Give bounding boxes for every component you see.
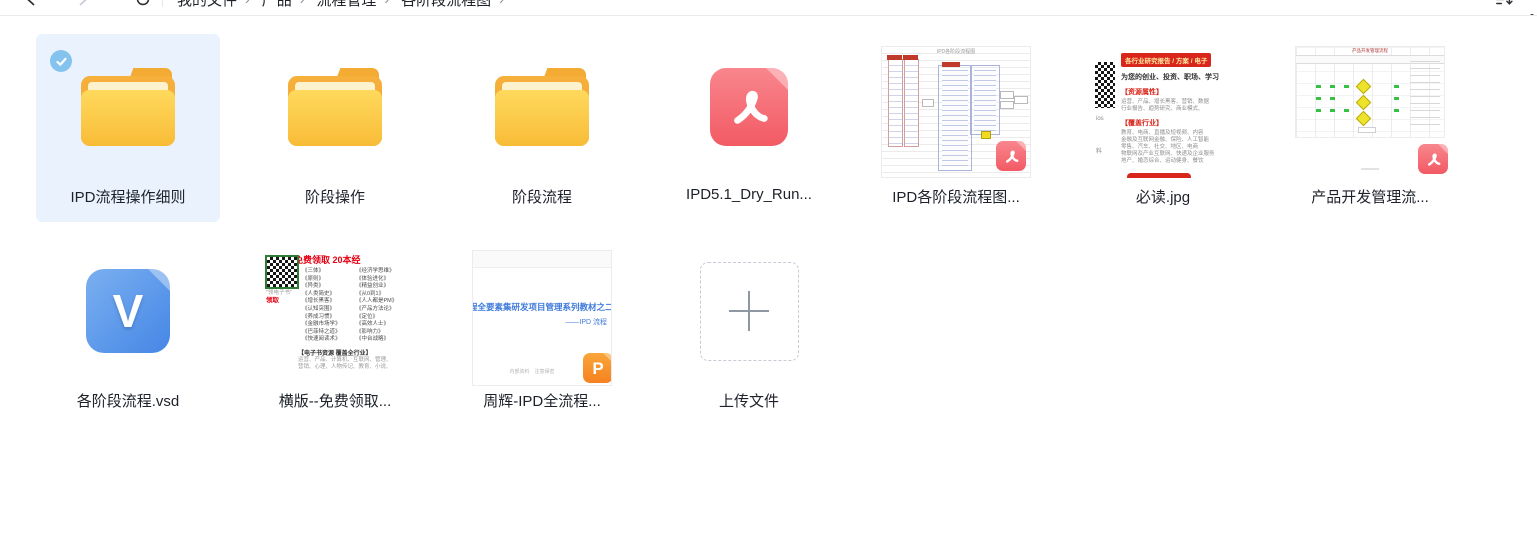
- document-thumbnail: 产品开发管理流程: [1295, 46, 1445, 138]
- folder-icon: [243, 34, 427, 180]
- thumbnail-banner: 各行业研究报告 / 方案 / 电子: [1121, 53, 1211, 67]
- back-icon[interactable]: [22, 0, 40, 8]
- thumbnail-heading: 免费领取 20本经: [294, 253, 361, 266]
- thumbnail-title: IPD各阶段流程图: [882, 48, 1030, 55]
- book-list-column: 《经济学思维》 《体验进化》 《精益创业》 《从0到1》 《人人都是PM》 《产…: [356, 268, 397, 344]
- pdf-badge-icon: [996, 141, 1026, 171]
- chevron-right-icon: ›: [499, 0, 504, 7]
- thumbnail-caption-line: [1361, 168, 1379, 170]
- thumbnail-text-lines: [1410, 61, 1440, 125]
- thumbnail-text: 运营、产品、增长黑客、营销、数据 行业报告、趋势研究、商业模式、: [1121, 99, 1233, 113]
- thumbnail-red-pill: [1127, 173, 1191, 178]
- file-tile-image[interactable]: 免费领取 20本经 "领电子书" 领取 《三体》 《原则》 《异类》 《人类简史…: [243, 238, 427, 426]
- acrobat-logo-icon: [726, 84, 772, 130]
- document-thumbnail: IPD各阶段流程图: [881, 46, 1031, 178]
- thumbnail-text: 为您的创业、投资、职场、学习: [1121, 72, 1233, 82]
- toolbar-divider: [162, 0, 163, 7]
- thumbnail-text: 运营、产品、计算机、互联网、管理、 营销、心理、人物传记、教育、小说、: [298, 357, 392, 371]
- pdf-badge-icon: [1418, 144, 1448, 174]
- breadcrumb-item-current[interactable]: 各阶段流程图: [401, 0, 491, 10]
- image-thumbnail: 免费领取 20本经 "领电子书" 领取 《三体》 《原则》 《异类》 《人类简史…: [264, 250, 406, 384]
- visio-v-glyph: V: [113, 288, 144, 334]
- refresh-icon[interactable]: [134, 0, 152, 8]
- pdf-file-icon: [657, 34, 841, 180]
- file-name: 产品开发管理流...: [1311, 186, 1429, 207]
- ppt-badge-icon: P: [583, 353, 612, 383]
- top-toolbar: 我的文件 › 产品 › 流程管理 › 各阶段流程图 ›: [0, 0, 1537, 16]
- image-thumbnail: ios 料 各行业研究报告 / 方案 / 电子 为您的创业、投资、职场、学习 【…: [1093, 46, 1233, 178]
- visio-file-icon: V: [36, 238, 220, 384]
- breadcrumb-item[interactable]: 我的文件: [177, 0, 237, 10]
- thumbnail-heading: 【资源属性】: [1121, 87, 1233, 97]
- folder-icon: [450, 34, 634, 180]
- chevron-right-icon: ›: [300, 0, 305, 7]
- thumbnail-title: 程全要素集研发项目管理系列教材之二: [472, 301, 611, 313]
- more-icon[interactable]: [1530, 14, 1534, 16]
- file-tile-folder[interactable]: 阶段操作: [243, 34, 427, 222]
- upload-file-tile[interactable]: 上传文件: [657, 238, 841, 426]
- file-name: IPD流程操作细则: [70, 186, 185, 207]
- qr-code: [1095, 62, 1115, 108]
- file-tile-folder[interactable]: 阶段流程: [450, 34, 634, 222]
- file-name: IPD各阶段流程图...: [892, 186, 1020, 207]
- breadcrumb: 我的文件 › 产品 › 流程管理 › 各阶段流程图 ›: [177, 0, 516, 10]
- thumbnail-footnote: 内部资料 注意保密: [473, 368, 591, 375]
- forward-icon[interactable]: [74, 0, 92, 8]
- thumbnail-side-text: "领电子书" 领取: [266, 290, 296, 304]
- breadcrumb-item[interactable]: 流程管理: [316, 0, 376, 10]
- file-name: 横版--免费领取...: [279, 390, 392, 411]
- file-name: 阶段操作: [305, 186, 365, 207]
- file-tile-folder-selected[interactable]: IPD流程操作细则: [36, 34, 220, 222]
- thumbnail-subtitle: ——IPD 流程: [565, 317, 607, 327]
- thumbnail-text: 教育、电商、直播及短视频、内容 金融及互联网金融、保险、人工智能 零售、汽车、社…: [1121, 130, 1233, 165]
- plus-icon: [748, 291, 750, 331]
- file-tile-image[interactable]: ios 料 各行业研究报告 / 方案 / 电子 为您的创业、投资、职场、学习 【…: [1071, 34, 1255, 222]
- file-tile-ppt-thumbnail[interactable]: 程全要素集研发项目管理系列教材之二 ——IPD 流程 内部资料 注意保密 P 周…: [450, 238, 634, 426]
- sort-icon[interactable]: [1495, 0, 1513, 8]
- upload-label: 上传文件: [719, 390, 779, 411]
- chevron-right-icon: ›: [245, 0, 250, 7]
- thumbnail-side-text: 料: [1096, 146, 1102, 155]
- book-list-column: 《三体》 《原则》 《异类》 《人类简史》 《增长黑客》 《认知突围》 《养成习…: [302, 268, 341, 344]
- thumbnail-title: 产品开发管理流程: [1296, 48, 1444, 54]
- file-name: IPD5.1_Dry_Run...: [686, 186, 812, 203]
- document-thumbnail: 程全要素集研发项目管理系列教材之二 ——IPD 流程 内部资料 注意保密 P: [472, 250, 612, 386]
- file-tile-pdf[interactable]: IPD5.1_Dry_Run...: [657, 34, 841, 222]
- thumbnail-side-text: ios: [1096, 116, 1104, 122]
- thumbnail-heading: 【覆盖行业】: [1121, 118, 1233, 128]
- chevron-right-icon: ›: [384, 0, 389, 7]
- file-name: 各阶段流程.vsd: [77, 390, 180, 411]
- breadcrumb-item[interactable]: 产品: [262, 0, 292, 10]
- file-name: 周辉-IPD全流程...: [483, 390, 601, 411]
- upload-dropzone[interactable]: [700, 262, 799, 361]
- thumbnail-heading: 【电子书资源 覆盖全行业】: [298, 348, 372, 357]
- selected-check-icon[interactable]: [50, 50, 72, 72]
- file-tile-pdf-thumbnail[interactable]: IPD各阶段流程图 IPD各阶段流程图...: [864, 34, 1048, 222]
- flow-dots: [1316, 85, 1321, 88]
- file-name: 阶段流程: [512, 186, 572, 207]
- file-grid: IPD流程操作细则 阶段操作 阶段流程 IPD5.1_Dry_Run...: [0, 16, 1537, 426]
- file-name: 必读.jpg: [1136, 186, 1190, 207]
- file-tile-pdf-thumbnail[interactable]: 产品开发管理流程 产品开发管理流...: [1278, 34, 1462, 222]
- file-tile-visio[interactable]: V 各阶段流程.vsd: [36, 238, 220, 426]
- qr-code: [265, 255, 299, 289]
